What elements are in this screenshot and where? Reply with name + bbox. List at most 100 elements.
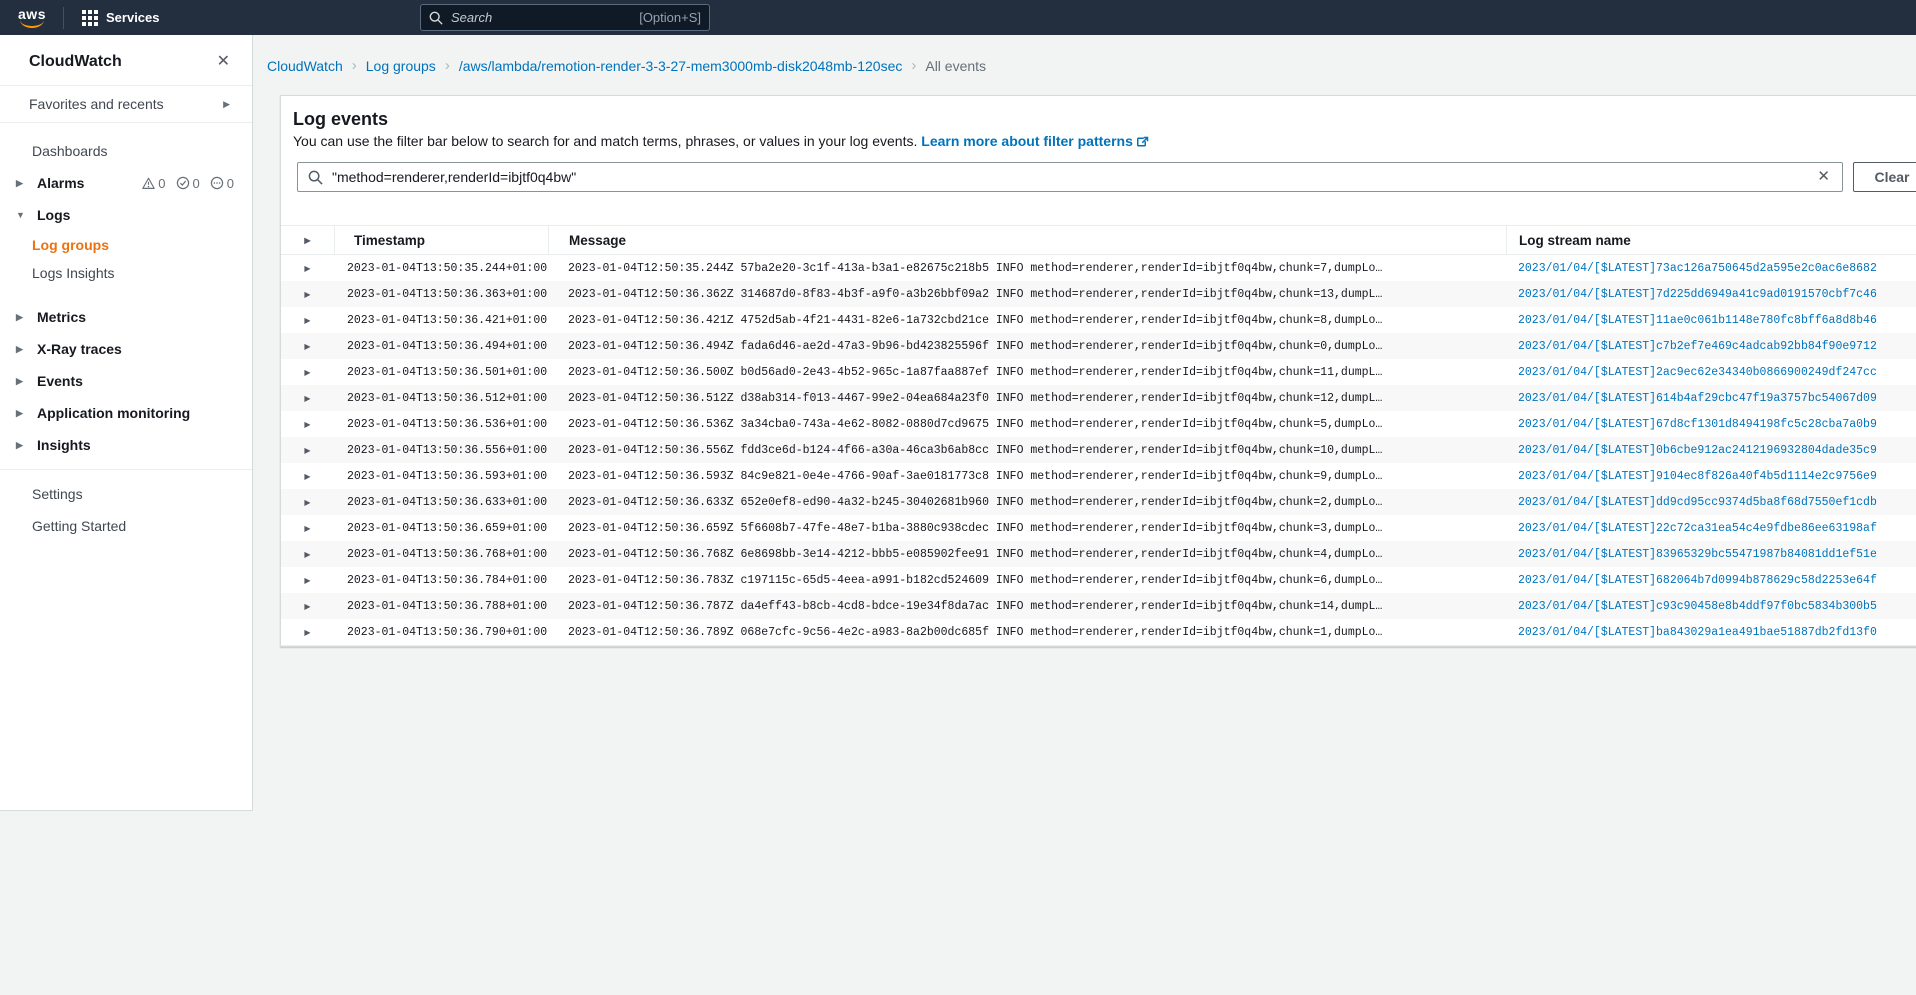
log-stream-link[interactable]: 2023/01/04/[$LATEST]11ae0c061b1148e780fc… <box>1518 314 1877 327</box>
expand-row-button[interactable]: ▶ <box>281 550 334 559</box>
page-description: You can use the filter bar below to sear… <box>293 133 1911 149</box>
sidebar-item-logs[interactable]: ▼ Logs <box>0 199 252 231</box>
log-stream-link[interactable]: 2023/01/04/[$LATEST]682064b7d0994b878629… <box>1518 574 1877 587</box>
log-stream-link[interactable]: 2023/01/04/[$LATEST]83965329bc55471987b8… <box>1518 548 1877 561</box>
log-stream-link[interactable]: 2023/01/04/[$LATEST]614b4af29cbc47f19a37… <box>1518 392 1877 405</box>
timestamp-cell: 2023-01-04T13:50:36.768+01:00 <box>334 548 548 561</box>
timestamp-cell: 2023-01-04T13:50:35.244+01:00 <box>334 262 548 275</box>
log-stream-link[interactable]: 2023/01/04/[$LATEST]ba843029a1ea491bae51… <box>1518 626 1877 639</box>
log-stream-link[interactable]: 2023/01/04/[$LATEST]67d8cf1301d8494198fc… <box>1518 418 1877 431</box>
sidebar-item-getting-started[interactable]: Getting Started <box>0 510 252 542</box>
sidebar-item-application-monitoring[interactable]: ▶ Application monitoring <box>0 397 252 429</box>
sidebar-item-log-groups[interactable]: Log groups <box>0 231 252 259</box>
expand-row-button[interactable]: ▶ <box>281 472 334 481</box>
log-stream-cell: 2023/01/04/[$LATEST]83965329bc55471987b8… <box>1506 548 1916 561</box>
in-alarm-badge: 0 <box>142 176 165 191</box>
sidebar-item-events[interactable]: ▶ Events <box>0 365 252 397</box>
page-title: Log events <box>293 109 1911 130</box>
expand-row-button[interactable]: ▶ <box>281 316 334 325</box>
logs-label: Logs <box>37 207 70 223</box>
sidebar-item-metrics[interactable]: ▶ Metrics <box>0 301 252 333</box>
chevron-right-icon: ▶ <box>304 342 310 351</box>
sidebar-item-favorites[interactable]: Favorites and recents ▶ <box>0 86 252 122</box>
filter-pattern-input[interactable] <box>332 169 1808 185</box>
expand-row-button[interactable]: ▶ <box>281 394 334 403</box>
chevron-right-icon: ▶ <box>304 498 310 507</box>
services-label: Services <box>106 10 160 25</box>
insufficient-data-badge: 0 <box>210 176 234 191</box>
breadcrumb-all-events: All events <box>925 58 986 74</box>
timestamp-cell: 2023-01-04T13:50:36.784+01:00 <box>334 574 548 587</box>
timestamp-cell: 2023-01-04T13:50:36.501+01:00 <box>334 366 548 379</box>
aws-logo[interactable]: aws <box>15 8 49 28</box>
log-stream-link[interactable]: 2023/01/04/[$LATEST]dd9cd95cc9374d5ba8f6… <box>1518 496 1877 509</box>
expand-row-button[interactable]: ▶ <box>281 498 334 507</box>
chevron-right-icon: ▶ <box>223 99 230 110</box>
insights-label: Insights <box>37 437 91 453</box>
expand-row-button[interactable]: ▶ <box>281 628 334 637</box>
sidebar-item-alarms[interactable]: ▶ Alarms 0 0 <box>0 167 252 199</box>
message-cell: 2023-01-04T12:50:36.768Z 6e8698bb-3e14-4… <box>548 548 1506 561</box>
expand-row-button[interactable]: ▶ <box>281 368 334 377</box>
log-stream-link[interactable]: 2023/01/04/[$LATEST]2ac9ec62e34340b08669… <box>1518 366 1877 379</box>
sidebar-close-icon[interactable]: ✕ <box>217 54 230 70</box>
log-event-row: ▶2023-01-04T13:50:36.494+01:002023-01-04… <box>281 333 1916 359</box>
log-stream-link[interactable]: 2023/01/04/[$LATEST]c7b2ef7e469c4adcab92… <box>1518 340 1877 353</box>
services-menu-button[interactable]: Services <box>76 10 166 26</box>
column-header-timestamp[interactable]: Timestamp <box>334 226 548 254</box>
chevron-right-icon: ▶ <box>304 236 310 245</box>
message-cell: 2023-01-04T12:50:36.783Z c197115c-65d5-4… <box>548 574 1506 587</box>
getting-started-label: Getting Started <box>32 518 126 534</box>
log-stream-link[interactable]: 2023/01/04/[$LATEST]c93c90458e8b4ddf97f0… <box>1518 600 1877 613</box>
log-stream-link[interactable]: 2023/01/04/[$LATEST]9104ec8f826a40f4b5d1… <box>1518 470 1877 483</box>
chevron-right-icon: ▶ <box>16 178 23 189</box>
log-groups-label: Log groups <box>32 237 109 253</box>
log-stream-link[interactable]: 2023/01/04/[$LATEST]7d225dd6949a41c9ad01… <box>1518 288 1877 301</box>
settings-label: Settings <box>32 486 83 502</box>
chevron-right-icon: ▶ <box>16 312 23 323</box>
clear-filter-x-icon[interactable]: ✕ <box>1817 169 1830 184</box>
clear-button[interactable]: Clear <box>1853 162 1916 192</box>
breadcrumb-cloudwatch[interactable]: CloudWatch <box>267 58 343 74</box>
expand-all-button[interactable]: ▶ <box>281 226 334 254</box>
expand-row-button[interactable]: ▶ <box>281 524 334 533</box>
chevron-right-icon: ▶ <box>304 368 310 377</box>
ok-badge: 0 <box>176 176 200 191</box>
log-events-panel: Log events You can use the filter bar be… <box>280 95 1916 647</box>
chevron-right-icon: ▶ <box>304 472 310 481</box>
alarm-status-badges: 0 0 0 <box>142 176 234 191</box>
column-header-message[interactable]: Message <box>548 226 1506 254</box>
log-stream-link[interactable]: 2023/01/04/[$LATEST]22c72ca31ea54c4e9fdb… <box>1518 522 1877 535</box>
log-stream-cell: 2023/01/04/[$LATEST]682064b7d0994b878629… <box>1506 574 1916 587</box>
global-search-input[interactable] <box>451 10 639 25</box>
column-header-log-stream-name[interactable]: Log stream name <box>1506 226 1916 254</box>
sidebar-item-logs-insights[interactable]: Logs Insights <box>0 259 252 287</box>
expand-row-button[interactable]: ▶ <box>281 602 334 611</box>
sidebar-item-dashboards[interactable]: Dashboards <box>0 135 252 167</box>
log-stream-link[interactable]: 2023/01/04/[$LATEST]0b6cbe912ac241219693… <box>1518 444 1877 457</box>
sidebar-item-settings[interactable]: Settings <box>0 478 252 510</box>
search-icon <box>429 11 443 25</box>
log-stream-cell: 2023/01/04/[$LATEST]dd9cd95cc9374d5ba8f6… <box>1506 496 1916 509</box>
chevron-right-icon: ▶ <box>16 440 23 451</box>
sidebar-item-xray-traces[interactable]: ▶ X-Ray traces <box>0 333 252 365</box>
expand-row-button[interactable]: ▶ <box>281 342 334 351</box>
sidebar-title: CloudWatch <box>29 53 122 71</box>
filter-input-box[interactable]: ✕ <box>297 162 1843 192</box>
ellipsis-circle-icon <box>210 176 224 190</box>
log-stream-link[interactable]: 2023/01/04/[$LATEST]73ac126a750645d2a595… <box>1518 262 1877 275</box>
chevron-down-icon: ▼ <box>16 210 25 220</box>
expand-row-button[interactable]: ▶ <box>281 576 334 585</box>
sidebar-item-insights[interactable]: ▶ Insights <box>0 429 252 461</box>
breadcrumb-log-groups[interactable]: Log groups <box>366 58 436 74</box>
expand-row-button[interactable]: ▶ <box>281 290 334 299</box>
in-alarm-count: 0 <box>158 176 165 191</box>
expand-row-button[interactable]: ▶ <box>281 264 334 273</box>
events-label: Events <box>37 373 83 389</box>
expand-row-button[interactable]: ▶ <box>281 446 334 455</box>
learn-more-link[interactable]: Learn more about filter patterns <box>921 133 1133 149</box>
expand-row-button[interactable]: ▶ <box>281 420 334 429</box>
global-search-box[interactable]: [Option+S] <box>420 4 710 31</box>
breadcrumb-log-group[interactable]: /aws/lambda/remotion-render-3-3-27-mem30… <box>459 58 903 74</box>
external-link-icon <box>1137 136 1149 148</box>
